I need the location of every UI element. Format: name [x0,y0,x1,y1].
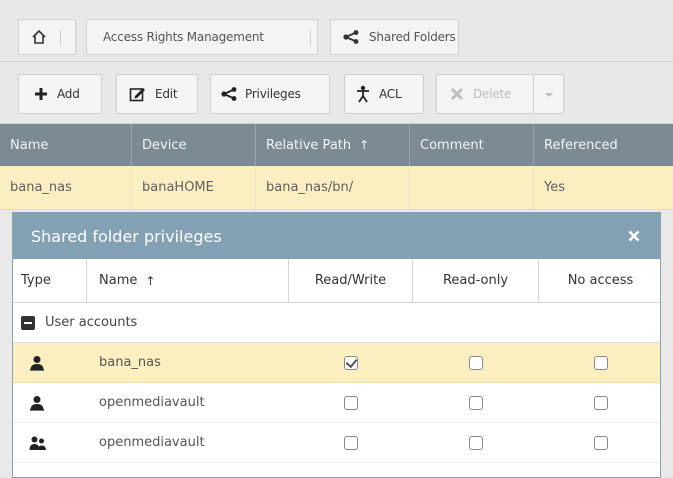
collapse-icon[interactable] [21,315,35,330]
group-icon [13,423,87,462]
edit-button[interactable]: Edit [116,74,198,114]
breadcrumb-item-shared-folders[interactable]: Shared Folders [330,19,459,55]
close-icon[interactable] [624,226,644,246]
list-item[interactable]: openmediavault [13,383,660,423]
read-write-checkbox[interactable] [344,355,358,370]
read-write-checkbox[interactable] [344,435,358,450]
no-access-checkbox[interactable] [593,435,608,450]
cell-name: bana_nas [0,166,132,209]
column-header-read-only[interactable]: Read-only [413,259,539,302]
column-header-name[interactable]: Name [0,124,132,166]
column-header-relative-path[interactable]: Relative Path ↑ [256,124,410,166]
home-icon [31,29,47,45]
list-item[interactable]: bana_nas [13,343,660,383]
grid-header: Name Device Relative Path ↑ Comment Refe… [0,124,673,166]
chevron-down-icon [544,87,554,101]
dialog-title: Shared folder privileges [31,226,222,246]
cell-comment [410,166,534,209]
column-header-read-write[interactable]: Read/Write [289,259,413,302]
breadcrumb-label: Shared Folders [369,30,456,44]
breadcrumb-label: Access Rights Management [103,30,264,44]
list-item[interactable]: openmediavault [13,423,660,463]
breadcrumb: Access Rights Management Shared Folders [0,0,673,62]
share-icon [343,30,359,44]
user-icon [13,383,87,422]
row-name: bana_nas [99,355,161,370]
breadcrumb-home[interactable] [18,19,76,55]
acl-label: ACL [379,87,402,101]
dialog-grid-header: Type Name ↑ Read/Write Read-only No acce… [13,259,660,303]
row-name: openmediavault [99,435,205,450]
column-header-device[interactable]: Device [132,124,256,166]
toolbar: Add Edit Privileges ACL Delete [0,62,673,124]
group-header-user-accounts[interactable]: User accounts [13,303,660,343]
cell-relative-path: bana_nas/bn/ [256,166,410,209]
table-row[interactable]: bana_nas banaHOME bana_nas/bn/ Yes [0,166,673,210]
read-write-checkbox[interactable] [344,395,358,410]
column-header-no-access[interactable]: No access [539,259,660,302]
cell-referenced: Yes [544,180,565,195]
add-button[interactable]: Add [18,74,102,114]
column-header-referenced[interactable]: Referenced [534,124,673,166]
read-only-checkbox[interactable] [469,355,483,370]
acl-button[interactable]: ACL [344,74,424,114]
sort-asc-icon: ↑ [145,273,156,288]
plus-icon [33,86,49,102]
column-header-name[interactable]: Name ↑ [87,259,289,302]
read-only-checkbox[interactable] [469,395,483,410]
share-icon [221,87,237,101]
dialog-title-bar: Shared folder privileges [13,213,660,259]
user-icon [13,343,87,382]
read-only-checkbox[interactable] [469,435,483,450]
edit-label: Edit [155,87,178,101]
add-label: Add [57,87,80,101]
delete-x-icon [449,86,465,102]
sort-asc-icon: ↑ [359,138,370,152]
privileges-dialog: Shared folder privileges Type Name ↑ Rea… [12,212,661,478]
column-header-type[interactable]: Type [13,259,87,302]
no-access-checkbox[interactable] [593,395,608,410]
privileges-button[interactable]: Privileges [210,74,330,114]
privileges-label: Privileges [245,87,301,101]
column-header-comment[interactable]: Comment [410,124,534,166]
cell-device: banaHOME [132,166,256,209]
row-name: openmediavault [99,395,205,410]
breadcrumb-item-access-rights[interactable]: Access Rights Management [86,19,318,55]
acl-person-icon [355,85,371,103]
more-dropdown-button[interactable] [534,74,564,114]
delete-button[interactable]: Delete [436,74,534,114]
group-label: User accounts [45,315,138,330]
delete-label: Delete [473,87,512,101]
edit-icon [129,86,147,102]
no-access-checkbox[interactable] [593,355,608,370]
